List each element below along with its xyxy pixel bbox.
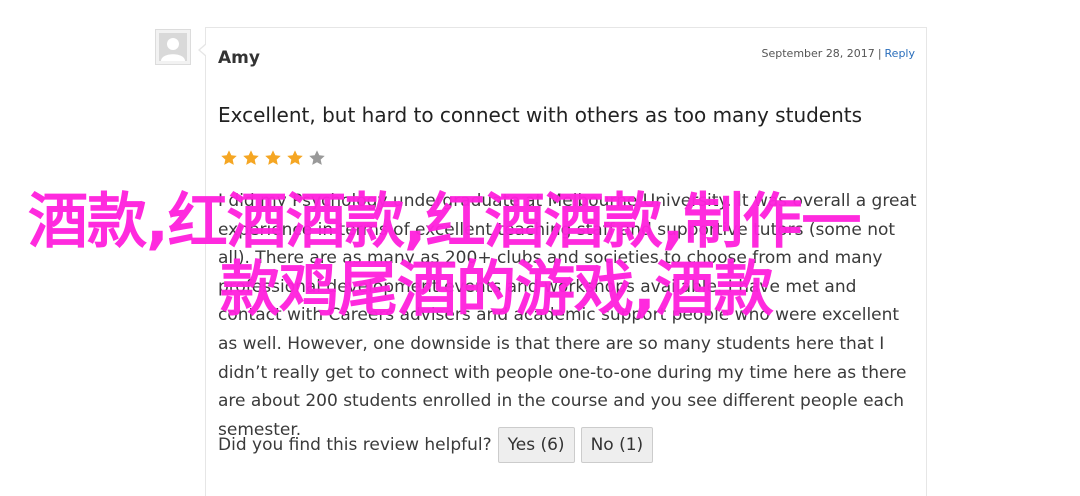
review-title: Excellent, but hard to connect with othe… [218, 103, 863, 127]
review-meta: September 28, 2017 | Reply [762, 47, 915, 60]
helpful-prompt: Did you find this review helpful? [218, 435, 492, 455]
star-empty-icon [309, 150, 325, 165]
star-rating [220, 149, 326, 167]
review-date: September 28, 2017 [761, 47, 875, 60]
star-filled-icon [265, 150, 281, 165]
avatar [155, 29, 191, 65]
star-filled-icon [221, 150, 237, 165]
review-body: I did my Psychology undergraduate at Mel… [218, 191, 917, 440]
star-filled-icon [287, 150, 303, 165]
yes-vote-button[interactable]: Yes (6) [497, 427, 575, 463]
helpful-vote: Did you find this review helpful? Yes (6… [218, 427, 654, 463]
review-page: Amy September 28, 2017 | Reply Excellent, … [0, 0, 1080, 496]
user-silhouette-icon [161, 38, 185, 61]
no-vote-button[interactable]: No (1) [580, 427, 654, 463]
star-filled-icon [243, 150, 259, 165]
meta-separator: | [877, 47, 882, 60]
review-author: Amy [218, 48, 260, 68]
reply-link[interactable]: Reply [885, 47, 915, 60]
review-card: Amy September 28, 2017 | Reply Excellent, … [198, 27, 927, 496]
